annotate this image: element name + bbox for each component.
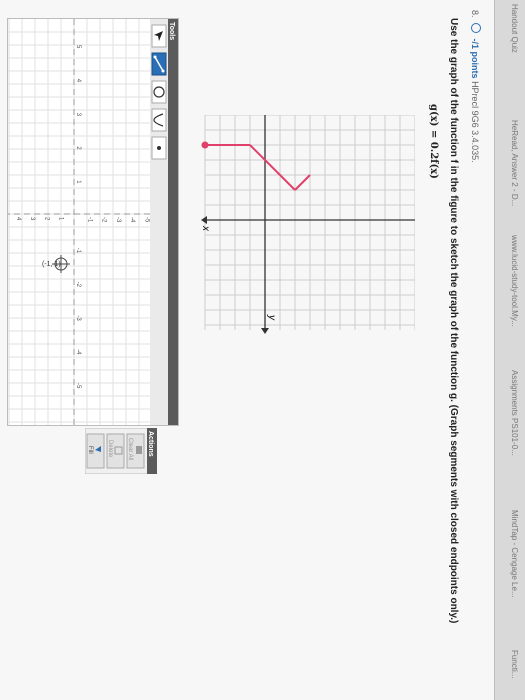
graphing-widget: Tools 5 4 3 2 1 -1 -2 -3 -4 -5 -5 -4 -3 … [7,18,179,426]
given-graph-grid [204,115,415,330]
question-header: 8. -/1 points HPrecl 9G6 3.4.035. [470,10,481,163]
axis-tick-label: -4 [129,217,135,223]
axis-tick-label: -2 [101,217,107,223]
answer-graph[interactable]: 54321-1-2-3-4-5-5-4-3-2-112345 (-1, 1) [8,19,150,425]
trash-icon [136,446,142,454]
given-curve [201,141,311,191]
actions-panel: Actions Clear All Delete Fill [85,428,157,474]
browser-tab-bar: Handout Quiz HeRead, Answer 2 - D... www… [494,0,525,700]
fill-label: Fill [87,446,93,454]
axis-tick-label: -4 [75,349,81,355]
cursor-coordinate-label: (-1, 1) [42,261,61,268]
actions-title: Actions [147,431,154,457]
line-segment-icon[interactable] [151,52,167,76]
rotated-browser-page: Handout Quiz HeRead, Answer 2 - D... www… [0,0,525,700]
browser-tab[interactable]: HeRead, Answer 2 - D... [510,120,519,206]
question-number: 8. [470,10,480,18]
axis-tick-label: -3 [75,315,81,321]
browser-tab[interactable]: Handout Quiz [510,4,519,53]
question-points: -/1 points [470,38,480,79]
browser-tab[interactable]: www.lucid-study-tool.My... [510,235,519,327]
tools-title: Tools [168,22,175,40]
point-icon[interactable] [151,136,167,160]
axis-tick-label: -1 [75,248,81,254]
axis-tick-label: -5 [144,217,150,223]
given-y-label: y [266,314,277,321]
axis-tick-label: -5 [75,383,81,389]
axis-tick-label: -3 [115,217,121,223]
photo-frame: Handout Quiz HeRead, Answer 2 - D... www… [0,0,525,700]
curve-segment [249,144,296,191]
closed-endpoint [201,141,209,149]
question-code: HPrecl 9G6 3.4.035. [470,81,480,163]
axis-tick-label: -2 [75,282,81,288]
browser-tab[interactable]: Assignments PS101-0... [510,370,519,456]
tools-panel: Tools [150,19,178,425]
info-icon [471,23,481,34]
curve-segment [294,174,311,191]
given-y-arrow-icon [261,328,269,334]
given-x-label: x [200,225,211,232]
pointer-arrow-icon[interactable] [151,24,167,48]
given-x-arrow-icon [201,216,207,224]
delete-button[interactable]: Delete [106,433,125,469]
browser-tab[interactable]: Functi... [510,650,519,678]
clear-all-button[interactable]: Clear All [126,433,145,469]
fill-button[interactable]: Fill [86,433,105,469]
circle-icon[interactable] [151,80,167,104]
question-formula: g(x) = 0.2f(x) [428,104,439,179]
given-graph: y x [200,115,415,334]
parabola-icon[interactable] [151,108,167,132]
clear-all-label: Clear All [127,438,133,460]
question-prompt: Use the graph of the function f in the f… [448,18,459,624]
browser-tab[interactable]: MindTap - Cengage Le... [510,510,519,598]
delete-label: Delete [107,440,113,458]
axis-tick-label: -1 [86,217,92,223]
